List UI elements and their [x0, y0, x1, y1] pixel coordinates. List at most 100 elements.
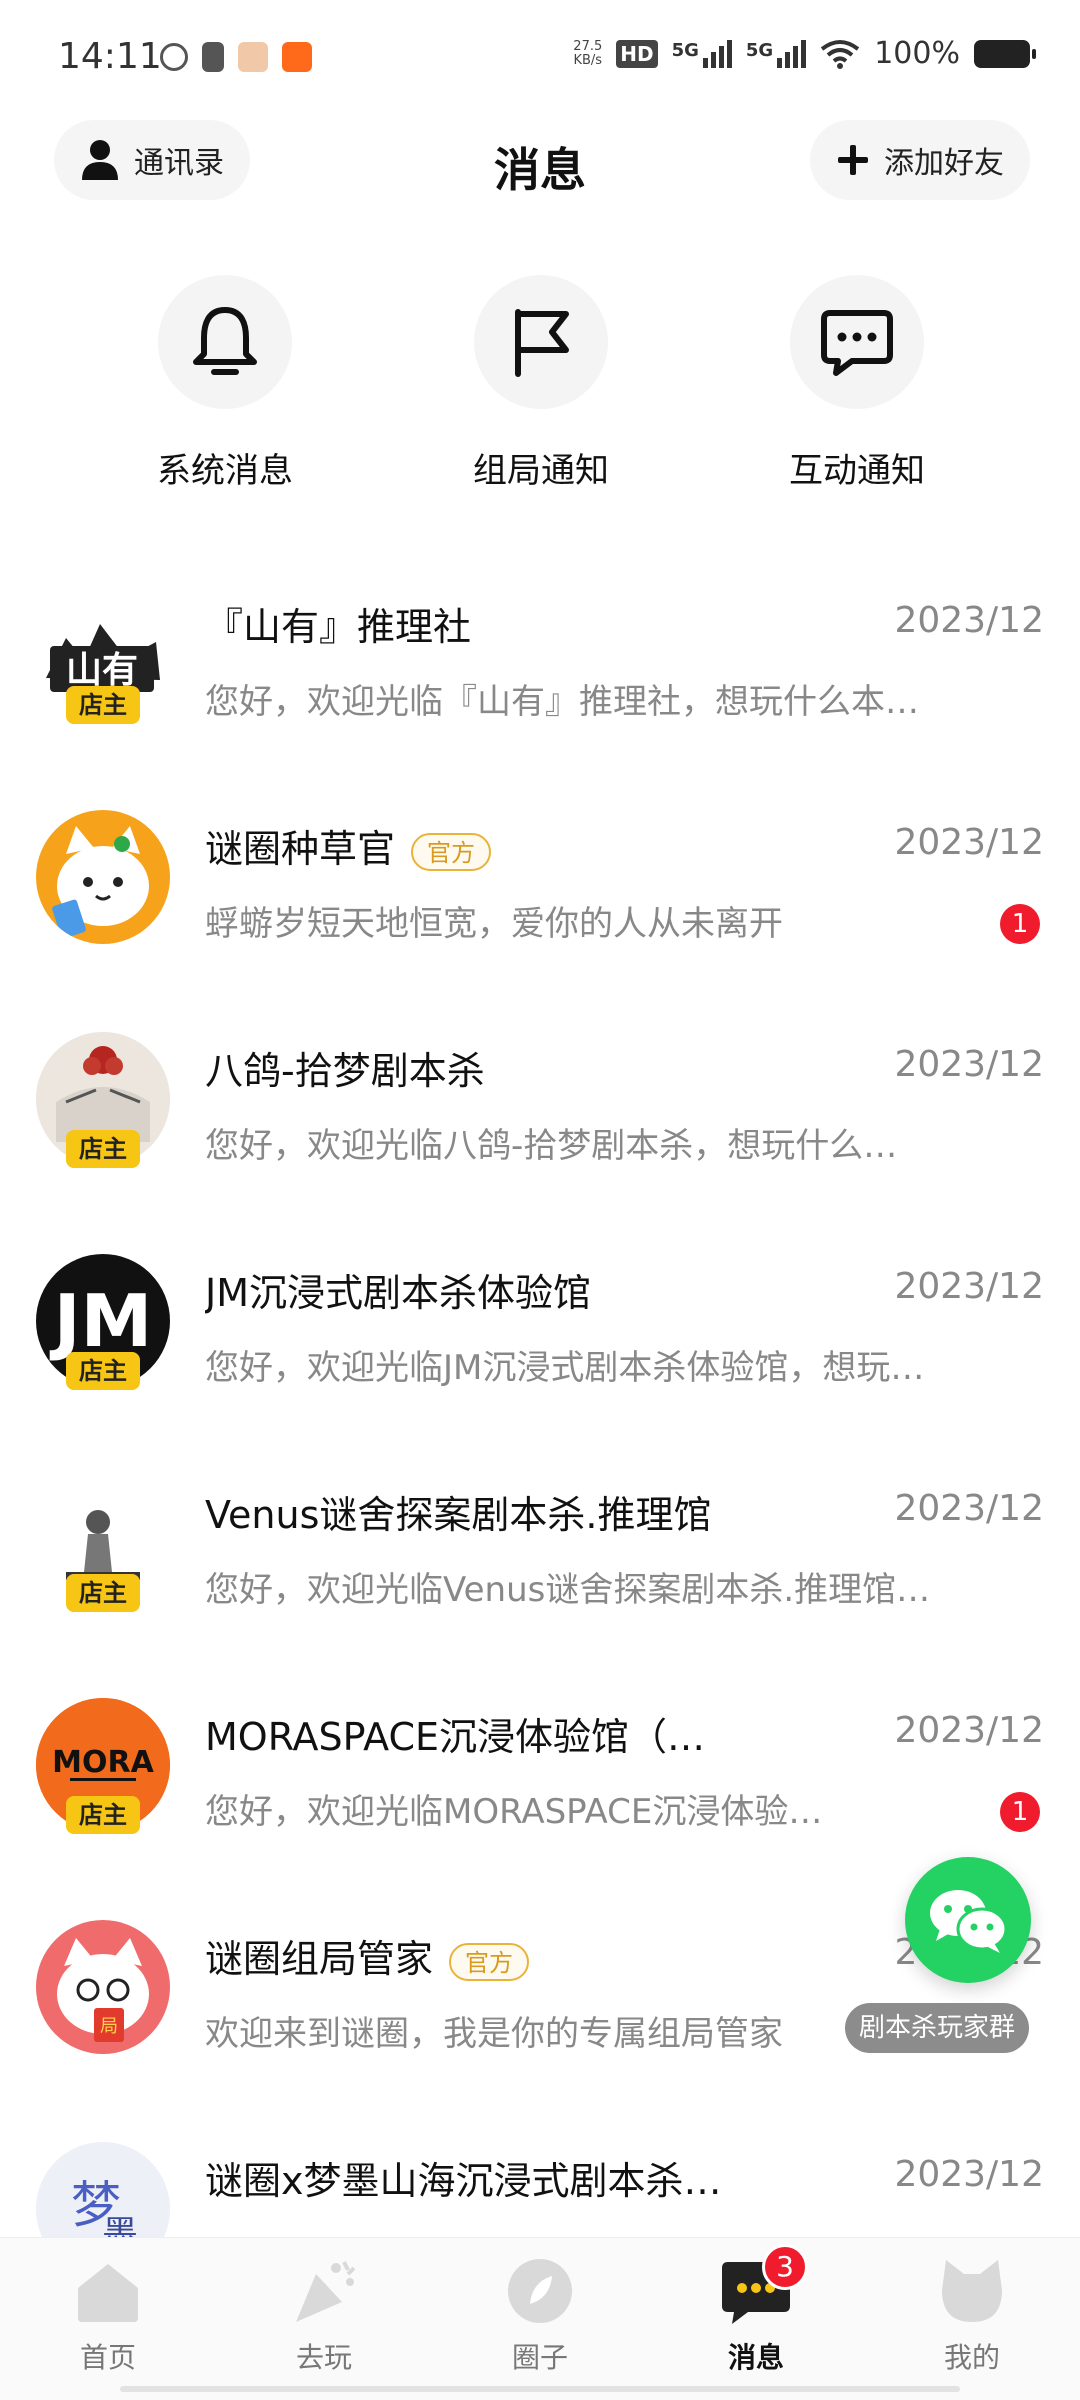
- battery-icon: [974, 39, 1036, 68]
- wechat-group-button[interactable]: [905, 1857, 1031, 1983]
- conversation-item[interactable]: JM 店主 JM沉浸式剧本杀体验馆 2023/12 您好，欢迎光临JM沉浸式剧本…: [0, 1236, 1080, 1458]
- conversation-item[interactable]: 山有 店主 『山有』推理社 2023/12 您好，欢迎光临『山有』推理社，想玩什…: [0, 570, 1080, 792]
- conversation-item[interactable]: MORA 店主 MORASPACE沉浸体验馆（… 2023/12 您好，欢迎光临…: [0, 1680, 1080, 1902]
- signal-bars-icon: [702, 39, 732, 68]
- conversation-preview: 您好，欢迎光临八鸽-拾梦剧本杀，想玩什么…: [205, 1126, 898, 1166]
- shop-owner-badge: 店主: [66, 1574, 140, 1612]
- nav-messages[interactable]: 3 消息: [681, 2244, 831, 2376]
- shop-owner-badge: 店主: [66, 1796, 140, 1834]
- status-time: 14:11: [58, 36, 162, 77]
- conversation-preview: 您好，欢迎光临『山有』推理社，想玩什么本…: [205, 682, 919, 722]
- conversation-date: 2023/12: [894, 1710, 1044, 1751]
- nav-home[interactable]: 首页: [33, 2256, 183, 2376]
- conversation-date: 2023/12: [894, 822, 1044, 863]
- svg-text:山有: 山有: [66, 650, 138, 691]
- shop-owner-badge: 店主: [66, 1130, 140, 1168]
- conversation-preview: 蜉蝣岁短天地恒宽，爱你的人从未离开: [205, 904, 783, 944]
- shop-owner-badge: 店主: [66, 686, 140, 724]
- conversation-preview: 您好，欢迎光临MORASPACE沉浸体验…: [205, 1792, 823, 1832]
- nav-label: 首页: [79, 2341, 136, 2374]
- official-badge: 官方: [449, 1942, 530, 1981]
- add-friend-button[interactable]: 添加好友: [810, 120, 1030, 200]
- chat-icon-circle: [790, 275, 924, 409]
- home-indicator: [120, 2386, 960, 2392]
- interaction-notifications-button[interactable]: 互动通知: [757, 275, 957, 492]
- add-friend-label: 添加好友: [884, 146, 1004, 181]
- signal-2: 5G: [745, 39, 807, 68]
- conversation-date: 2023/12: [894, 1266, 1044, 1307]
- nav-circle[interactable]: 圈子: [465, 2256, 615, 2376]
- nav-play[interactable]: 去玩: [249, 2256, 399, 2376]
- signal-1: 5G: [671, 39, 732, 68]
- conversation-item[interactable]: 谜圈种草官 官方 2023/12 蜉蝣岁短天地恒宽，爱你的人从未离开 1: [0, 792, 1080, 1014]
- nav-profile[interactable]: 我的: [897, 2256, 1047, 2376]
- nav-label: 我的: [943, 2341, 1000, 2374]
- messages-badge: 3: [762, 2244, 808, 2290]
- status-bar: 14:11 27.5 KB/s HD 5G 5G 100%: [0, 0, 1080, 110]
- orange-app-icon: [282, 42, 312, 72]
- nav-label: 去玩: [295, 2341, 352, 2374]
- conversation-preview: 您好，欢迎光临Venus谜舍探案剧本杀.推理馆…: [205, 1570, 931, 1610]
- conversation-date: 2023/12: [894, 1044, 1044, 1085]
- header: 通讯录 消息 添加好友: [0, 120, 1080, 210]
- clipboard-icon: [202, 42, 224, 72]
- wechat-group-label[interactable]: 剧本杀玩家群: [845, 2003, 1030, 2053]
- network-speed: 27.5 KB/s: [573, 38, 603, 68]
- group-notifications-button[interactable]: 组局通知: [441, 275, 641, 492]
- wifi-icon: [820, 39, 860, 69]
- conversation-date: 2023/12: [894, 600, 1044, 641]
- chat-bubble-icon: [821, 310, 893, 376]
- flag-icon-circle: [474, 275, 608, 409]
- network-type-2: 5G: [745, 39, 774, 61]
- cat-face-icon: [934, 2256, 1010, 2326]
- k-app-icon: [160, 43, 188, 71]
- nav-label: 圈子: [511, 2341, 568, 2374]
- bell-icon-circle: [158, 275, 292, 409]
- conversation-name: 谜圈组局管家 官方: [205, 1928, 530, 1983]
- system-messages-button[interactable]: 系统消息: [125, 275, 325, 492]
- conversation-item[interactable]: 店主 八鸽-拾梦剧本杀 2023/12 您好，欢迎光临八鸽-拾梦剧本杀，想玩什么…: [0, 1014, 1080, 1236]
- compass-leaf-icon: [502, 2256, 578, 2326]
- flag-icon: [515, 309, 569, 377]
- battery-percent: 100%: [874, 36, 960, 71]
- conversation-name: 八鸽-拾梦剧本杀: [205, 1049, 485, 1093]
- network-speed-value: 27.5: [573, 38, 603, 54]
- message-icon: 3: [718, 2244, 808, 2326]
- unread-badge: 1: [1000, 1792, 1040, 1832]
- conversation-name: 『山有』推理社: [205, 605, 472, 649]
- hd-icon: HD: [616, 39, 658, 68]
- notification-icons: [160, 42, 312, 72]
- official-badge: 官方: [411, 832, 492, 871]
- svg-text:局: 局: [100, 2016, 118, 2037]
- conversation-date: 2023/12: [894, 2154, 1044, 2195]
- unread-badge: 1: [1000, 904, 1040, 944]
- conversation-name: JM沉浸式剧本杀体验馆: [205, 1271, 591, 1315]
- conversation-name: MORASPACE沉浸体验馆（…: [205, 1715, 706, 1759]
- network-type-1: 5G: [671, 39, 699, 61]
- avatar: 局: [36, 1920, 170, 2054]
- bell-icon: [193, 307, 257, 375]
- home-icon: [70, 2256, 146, 2326]
- wechat-icon: [930, 1890, 1008, 1953]
- nav-label: 消息: [727, 2341, 784, 2374]
- network-speed-unit: KB/s: [573, 52, 603, 68]
- quick-action-label: 互动通知: [789, 451, 925, 491]
- plus-icon: [838, 145, 868, 175]
- conversation-name: Venus谜舍探案剧本杀.推理馆: [205, 1493, 712, 1537]
- conversation-name: 谜圈x梦墨山海沉浸式剧本杀…: [205, 2159, 722, 2203]
- bottom-navigation: 首页 去玩 圈子 3 消息 我的: [0, 2237, 1080, 2400]
- quick-action-label: 组局通知: [473, 451, 609, 491]
- conversation-date: 2023/12: [894, 1488, 1044, 1529]
- conversation-item[interactable]: 店主 Venus谜舍探案剧本杀.推理馆 2023/12 您好，欢迎光临Venus…: [0, 1458, 1080, 1680]
- status-indicators: 27.5 KB/s HD 5G 5G 100%: [573, 36, 1036, 71]
- quick-action-label: 系统消息: [157, 451, 293, 491]
- avatar: [36, 810, 170, 944]
- party-popper-icon: [286, 2256, 362, 2326]
- svg-text:JM: JM: [49, 1279, 152, 1363]
- signal-bars-icon: [777, 39, 807, 68]
- character-app-icon: [238, 42, 268, 72]
- shop-owner-badge: 店主: [66, 1352, 140, 1390]
- conversation-preview: 您好，欢迎光临JM沉浸式剧本杀体验馆，想玩…: [205, 1348, 925, 1388]
- conversation-name-text: 谜圈组局管家: [205, 1937, 434, 1981]
- conversation-name: 谜圈种草官 官方: [205, 818, 492, 873]
